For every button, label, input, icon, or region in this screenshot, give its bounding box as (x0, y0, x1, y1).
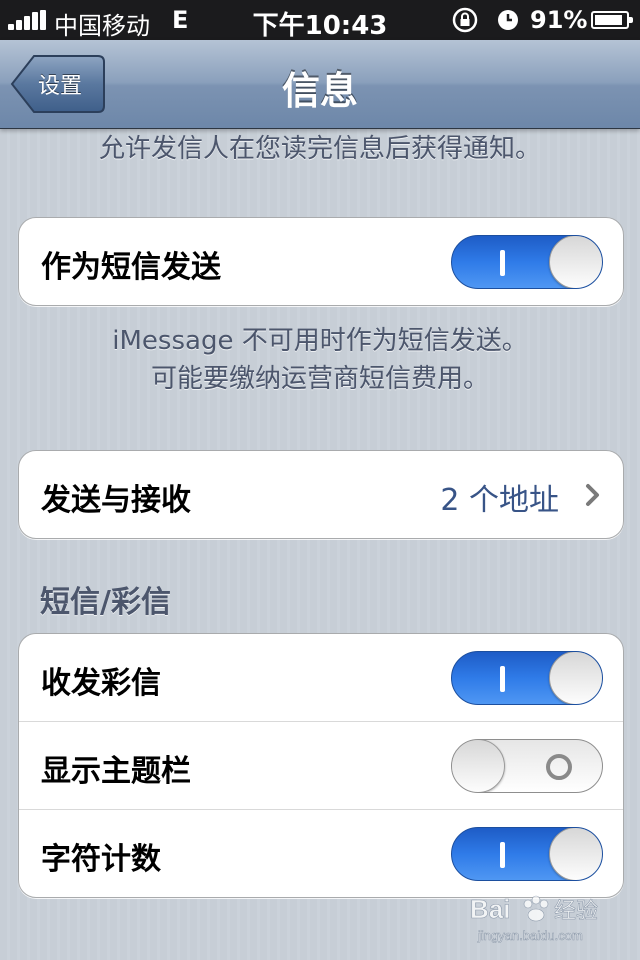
send-as-sms-note: iMessage 不可用时作为短信发送。 可能要缴纳运营商短信费用。 (0, 322, 640, 398)
alarm-clock-icon (498, 10, 518, 30)
svg-text:jingyan.baidu.com: jingyan.baidu.com (477, 928, 583, 943)
chevron-right-icon (586, 484, 599, 506)
send-receive-row[interactable]: 发送与接收 2 个地址 (19, 451, 623, 538)
page-title: 信息 (281, 69, 358, 113)
show-subject-field-label: 显示主题栏 (41, 754, 191, 789)
baidu-jingyan-watermark: Bai 经验 jingyan.baidu.com (470, 894, 598, 944)
switch-on-mark (500, 666, 505, 692)
character-count-row: 字符计数 (19, 809, 623, 897)
read-receipt-note: 允许发信人在您读完信息后获得通知。 (98, 134, 541, 164)
sms-mms-section-header: 短信/彩信 (40, 585, 171, 620)
switch-knob[interactable] (549, 828, 602, 880)
send-receive-group: 发送与接收 2 个地址 (18, 450, 624, 539)
sms-mms-group: 收发彩信 显示主题栏 字符计数 (18, 633, 624, 898)
send-as-sms-note-line1: iMessage 不可用时作为短信发送。 (112, 326, 528, 356)
status-bar: 中国移动 E 下午10:43 91% (0, 0, 640, 41)
send-receive-value: 2 个地址 (440, 483, 559, 518)
battery-percentage: 91% (530, 6, 588, 34)
rotation-lock-icon (452, 7, 478, 33)
switch-off-mark (546, 754, 572, 780)
show-subject-field-switch[interactable] (451, 739, 603, 793)
switch-knob[interactable] (549, 652, 602, 704)
svg-text:Bai: Bai (470, 894, 510, 924)
mms-messaging-label: 收发彩信 (41, 666, 161, 701)
navigation-bar: 设置 信息 (0, 40, 640, 129)
send-as-sms-note-line2: 可能要缴纳运营商短信费用。 (150, 364, 489, 394)
send-as-sms-group: 作为短信发送 (18, 217, 624, 306)
battery-icon (591, 11, 633, 29)
send-as-sms-row: 作为短信发送 (19, 218, 623, 305)
switch-on-mark (500, 842, 505, 868)
switch-knob[interactable] (452, 740, 505, 792)
switch-knob[interactable] (549, 236, 602, 288)
send-receive-label: 发送与接收 (41, 483, 191, 518)
show-subject-field-row: 显示主题栏 (19, 721, 623, 809)
switch-on-mark (500, 250, 505, 276)
send-as-sms-switch[interactable] (451, 235, 603, 289)
mms-messaging-switch[interactable] (451, 651, 603, 705)
character-count-switch[interactable] (451, 827, 603, 881)
character-count-label: 字符计数 (41, 842, 161, 877)
svg-text:经验: 经验 (554, 899, 598, 924)
send-as-sms-label: 作为短信发送 (41, 250, 221, 285)
mms-messaging-row: 收发彩信 (19, 634, 623, 721)
